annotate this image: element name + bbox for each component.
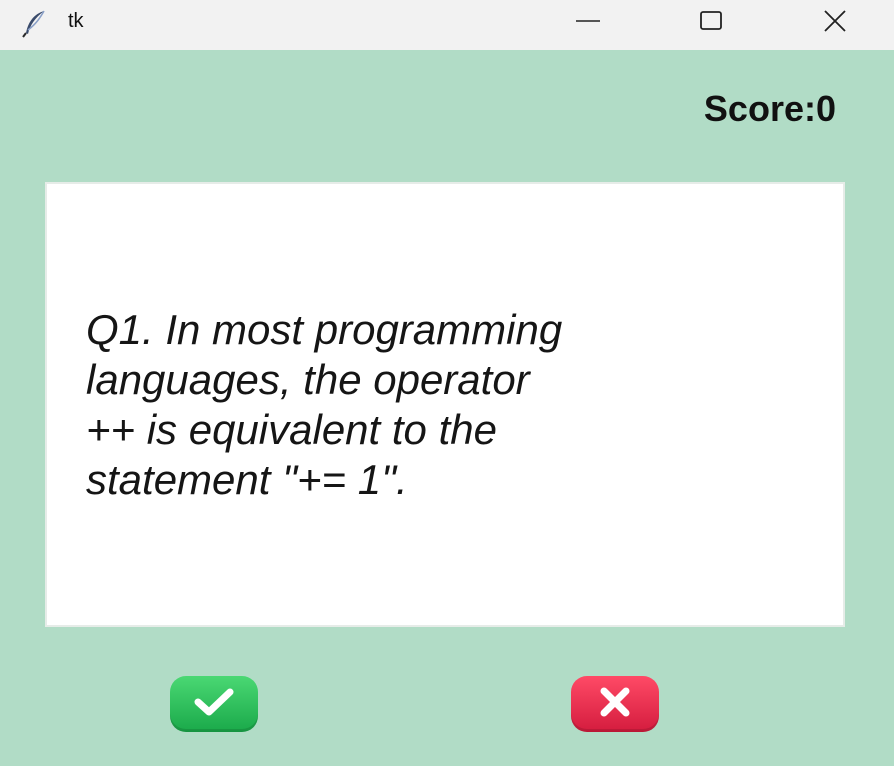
title-bar[interactable]: tk <box>0 0 894 50</box>
check-icon <box>192 686 236 723</box>
close-icon <box>822 8 848 39</box>
question-text: Q1. In most programming languages, the o… <box>86 306 563 503</box>
close-button[interactable] <box>805 0 865 46</box>
app-window: tk Score:0 Q1. In most programming langu… <box>0 0 894 766</box>
true-button[interactable] <box>170 676 258 732</box>
score-label: Score:0 <box>703 88 836 129</box>
maximize-icon <box>699 9 723 38</box>
question-card: Q1. In most programming languages, the o… <box>45 182 845 627</box>
window-title: tk <box>68 10 84 32</box>
minimize-button[interactable] <box>558 0 618 46</box>
feather-icon <box>20 8 50 38</box>
minimize-icon <box>576 9 600 38</box>
maximize-button[interactable] <box>681 0 741 46</box>
x-icon <box>597 684 633 725</box>
false-button[interactable] <box>571 676 659 732</box>
